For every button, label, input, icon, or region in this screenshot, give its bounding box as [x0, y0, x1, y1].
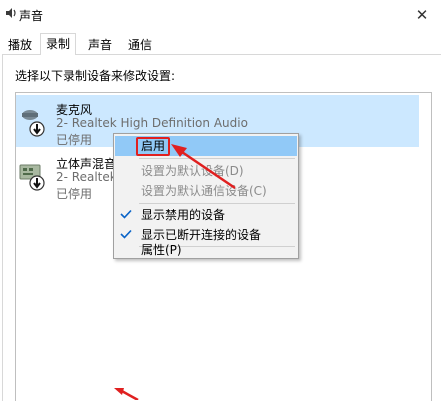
close-icon: ✕ [415, 6, 429, 24]
tab-playback[interactable]: 播放 [2, 35, 38, 55]
device-driver: 2- Realtek High Definition Audio [56, 116, 248, 130]
window-title: 声音 [19, 9, 44, 23]
tab-strip: 播放 录制 声音 通信 [0, 33, 441, 55]
check-icon [120, 229, 132, 239]
tab-sounds[interactable]: 声音 [82, 35, 118, 55]
device-driver: 2- Realtek [56, 170, 117, 184]
title-bar: 声音 ✕ [0, 0, 441, 30]
check-icon [120, 209, 132, 219]
menu-item-show-disconnected[interactable]: 显示已断开连接的设备 [115, 225, 297, 245]
speaker-icon [6, 8, 16, 18]
tab-communications[interactable]: 通信 [122, 35, 158, 55]
stereo-mix-icon [19, 164, 45, 191]
annotation-arrow-icon [114, 388, 139, 400]
menu-item-show-disabled[interactable]: 显示禁用的设备 [115, 205, 297, 225]
microphone-icon [22, 110, 45, 137]
menu-separator [139, 203, 295, 204]
device-status: 已停用 [56, 187, 93, 201]
menu-item-label: 显示禁用的设备 [141, 208, 226, 222]
tab-recording[interactable]: 录制 [40, 33, 77, 55]
device-status: 已停用 [56, 133, 93, 147]
annotation-arrow-icon [171, 144, 236, 190]
instruction-text: 选择以下录制设备来修改设置: [15, 69, 176, 83]
menu-item-label: 显示已断开连接的设备 [141, 228, 262, 242]
menu-item-label: 启用 [141, 139, 166, 153]
close-button[interactable]: ✕ [403, 0, 441, 30]
menu-item-properties[interactable]: 属性(P) [115, 243, 297, 258]
menu-item-label: 属性(P) [141, 243, 182, 257]
